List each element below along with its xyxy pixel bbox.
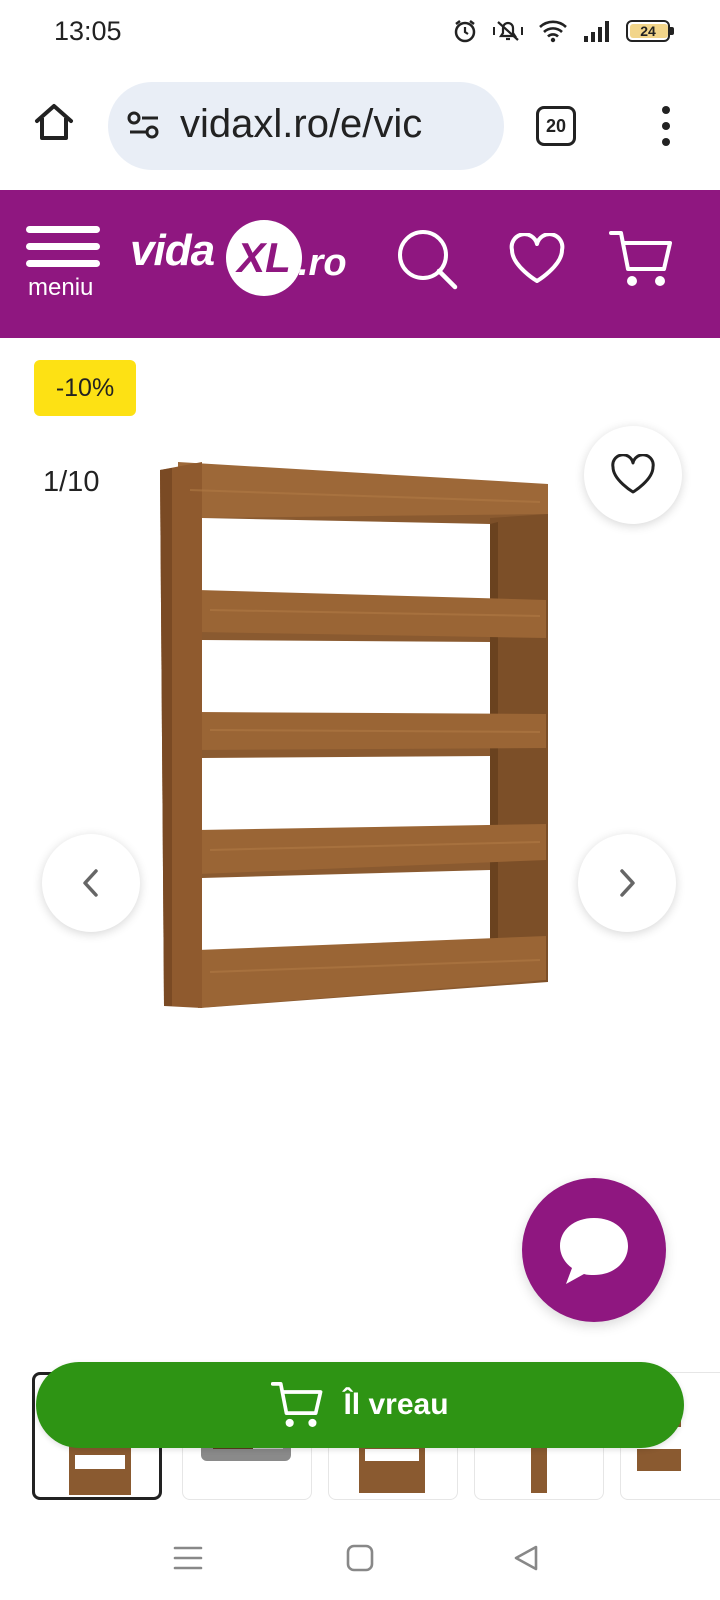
status-time: 13:05 bbox=[54, 16, 122, 46]
android-navigation-bar bbox=[0, 1510, 720, 1600]
recent-apps-icon bbox=[173, 1546, 203, 1570]
home-button[interactable] bbox=[30, 98, 78, 146]
recent-apps-button[interactable] bbox=[168, 1538, 208, 1578]
silent-icon bbox=[493, 21, 523, 41]
product-wishlist-button[interactable] bbox=[584, 426, 682, 524]
chevron-left-icon bbox=[83, 869, 98, 897]
battery-level: 24 bbox=[640, 23, 656, 39]
back-triangle-icon bbox=[514, 1545, 538, 1571]
next-image-button[interactable] bbox=[578, 834, 676, 932]
address-bar[interactable]: vidaxl.ro/e/vic bbox=[108, 82, 504, 170]
more-vert-icon[interactable] bbox=[648, 102, 684, 150]
status-icons: 24 bbox=[452, 18, 674, 44]
signal-icon bbox=[584, 21, 609, 42]
site-settings-icon[interactable] bbox=[126, 110, 162, 142]
back-nav-button[interactable] bbox=[506, 1538, 546, 1578]
add-to-cart-label: Îl vreau bbox=[343, 1388, 449, 1421]
search-icon bbox=[398, 230, 458, 290]
wifi-icon bbox=[539, 20, 567, 43]
vidaxl-logo[interactable]: vida XL .ro bbox=[130, 220, 360, 300]
wishlist-button[interactable] bbox=[502, 224, 572, 294]
heart-icon bbox=[509, 233, 565, 283]
alarm-icon bbox=[454, 20, 476, 43]
browser-toolbar: vidaxl.ro/e/vic 20 bbox=[0, 64, 720, 188]
menu-button[interactable]: meniu bbox=[26, 226, 102, 306]
chat-bubble-icon bbox=[560, 1218, 628, 1284]
tabs-button[interactable]: 20 bbox=[536, 106, 576, 146]
home-nav-button[interactable] bbox=[340, 1538, 380, 1578]
add-to-cart-button[interactable]: Îl vreau bbox=[36, 1362, 684, 1448]
status-bar: 13:05 24 bbox=[0, 0, 720, 64]
cart-icon bbox=[609, 231, 672, 286]
product-image-bookshelf[interactable] bbox=[150, 460, 570, 1040]
discount-text: -10% bbox=[55, 373, 115, 402]
chevron-right-icon bbox=[620, 869, 635, 897]
cart-button[interactable] bbox=[606, 224, 676, 294]
home-square-icon bbox=[346, 1544, 374, 1572]
tab-count: 20 bbox=[545, 115, 567, 136]
heart-icon bbox=[611, 454, 655, 494]
hamburger-icon bbox=[26, 226, 102, 267]
home-icon bbox=[35, 104, 73, 140]
discount-badge: -10% bbox=[34, 360, 136, 416]
battery-icon: 24 bbox=[626, 20, 674, 42]
site-header: meniu vida XL .ro bbox=[0, 190, 720, 338]
menu-label: meniu bbox=[28, 274, 94, 301]
chat-button[interactable] bbox=[522, 1178, 666, 1322]
search-button[interactable] bbox=[392, 224, 462, 294]
image-counter: 1/10 bbox=[43, 466, 100, 498]
prev-image-button[interactable] bbox=[42, 834, 140, 932]
cart-icon bbox=[271, 1382, 323, 1427]
url-text: vidaxl.ro/e/vic bbox=[180, 102, 423, 146]
